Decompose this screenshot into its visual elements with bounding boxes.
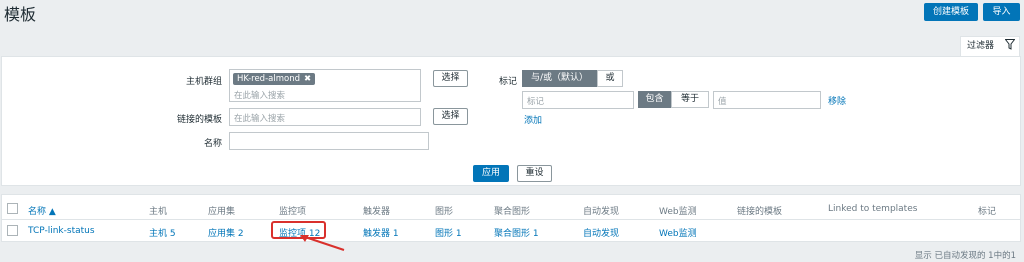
remove-tag-link[interactable]: 移除 — [828, 94, 846, 107]
host-group-select-button[interactable]: 选择 — [433, 70, 468, 87]
host-group-placeholder: 在此输入搜索 — [234, 91, 286, 101]
page-title: 模板 — [4, 5, 37, 24]
graphs-link[interactable]: 图形 1 — [435, 226, 462, 239]
and-or-toggle[interactable]: 与/或（默认） — [522, 70, 597, 87]
col-web: Web监测 — [659, 207, 697, 217]
host-group-tag: HK-red-almond ✖ — [233, 73, 316, 85]
pagination-status: 显示 已自动发现的 1中的1 — [914, 251, 1016, 261]
contains-toggle[interactable]: 包含 — [638, 91, 671, 108]
col-discovery: 自动发现 — [583, 207, 620, 217]
template-name-link[interactable]: TCP-link-status — [28, 226, 95, 236]
col-linked-to-templates: Linked to templates — [828, 204, 918, 214]
create-template-button[interactable]: 创建模板 — [924, 3, 978, 21]
row-divider — [2, 219, 1020, 220]
tag-placeholder: 标记 — [527, 97, 545, 107]
filter-tab[interactable]: 过滤器 — [960, 36, 1020, 56]
discovery-link[interactable]: 自动发现 — [583, 226, 619, 239]
add-tag-link[interactable]: 添加 — [524, 113, 542, 126]
linked-template-label: 链接的模板 — [176, 115, 222, 125]
equals-toggle[interactable]: 等于 — [671, 91, 709, 108]
linked-template-placeholder: 在此输入搜索 — [234, 114, 286, 124]
col-linked-templates: 链接的模板 — [737, 207, 783, 217]
apps-link[interactable]: 应用集 2 — [208, 226, 244, 239]
apply-button[interactable]: 应用 — [473, 165, 509, 182]
host-group-label: 主机群组 — [185, 77, 222, 87]
value-placeholder: 值 — [718, 97, 727, 107]
filter-panel: 主机群组 HK-red-almond ✖ 在此输入搜索 选择 链接的模板 在此输入… — [1, 56, 1021, 186]
close-icon[interactable]: ✖ — [304, 74, 311, 84]
import-button[interactable]: 导入 — [983, 3, 1020, 21]
linked-template-input[interactable]: 在此输入搜索 — [229, 108, 421, 126]
or-toggle[interactable]: 或 — [597, 70, 623, 87]
hosts-link[interactable]: 主机 5 — [149, 226, 176, 239]
triggers-link[interactable]: 触发器 1 — [363, 226, 399, 239]
screens-link[interactable]: 聚合图形 1 — [494, 226, 539, 239]
col-name[interactable]: 名称 ▲ — [28, 204, 56, 217]
linked-template-select-button[interactable]: 选择 — [433, 108, 468, 125]
col-graphs: 图形 — [435, 207, 454, 217]
row-checkbox[interactable] — [7, 225, 18, 236]
funnel-icon — [1004, 39, 1016, 57]
col-items: 监控项 — [279, 207, 307, 217]
tag-name-input[interactable]: 标记 — [522, 91, 634, 109]
tags-label: 标记 — [498, 77, 517, 87]
host-group-multiselect[interactable]: HK-red-almond ✖ 在此输入搜索 — [229, 69, 421, 102]
filter-tab-label: 过滤器 — [967, 41, 995, 51]
col-apps: 应用集 — [208, 207, 236, 217]
reset-button[interactable]: 重设 — [517, 165, 552, 182]
col-triggers: 触发器 — [363, 207, 391, 217]
annotation-arrow-icon — [300, 235, 345, 251]
name-label: 名称 — [203, 139, 222, 149]
select-all-checkbox[interactable] — [7, 203, 18, 214]
web-link[interactable]: Web监测 — [659, 226, 697, 239]
col-hosts: 主机 — [149, 207, 168, 217]
col-tags: 标记 — [978, 207, 997, 217]
templates-table: 名称 ▲ 主机 应用集 监控项 触发器 图形 聚合图形 自动发现 Web监测 链… — [1, 194, 1021, 242]
name-input[interactable] — [229, 132, 429, 150]
col-screens: 聚合图形 — [494, 207, 531, 217]
tag-value-input[interactable]: 值 — [713, 91, 821, 109]
